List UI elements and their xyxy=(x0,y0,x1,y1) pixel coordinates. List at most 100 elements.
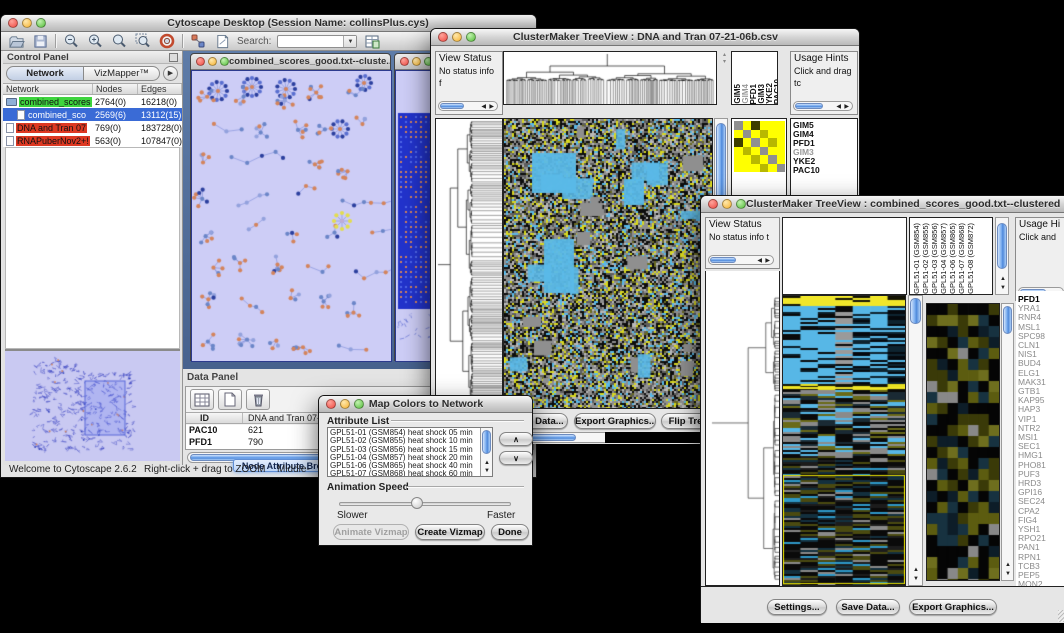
scroll-right-icon[interactable]: ▶ xyxy=(489,104,494,110)
animate-vizmap-button[interactable]: Animate Vizmap xyxy=(333,524,409,540)
zoom-selected-icon[interactable] xyxy=(134,33,152,49)
column-label[interactable]: GPL51-08 (GSM872) xyxy=(966,223,975,294)
scroll-right-icon[interactable]: ▶ xyxy=(765,258,770,264)
dialog-titlebar[interactable]: Map Colors to Network xyxy=(319,396,532,413)
tab-vizmapper[interactable]: VizMapper™ xyxy=(84,66,160,81)
save-data-button[interactable]: Save Data... xyxy=(836,599,900,615)
zoom-button[interactable] xyxy=(36,18,46,28)
scroll-up-icon[interactable]: ▲ xyxy=(484,460,490,466)
close-button[interactable] xyxy=(400,57,409,66)
view-status-scrollbar[interactable]: ◀ ▶ xyxy=(708,255,774,265)
column-label[interactable]: GPL51-07 (GSM868) xyxy=(957,223,966,294)
minimize-button[interactable] xyxy=(22,18,32,28)
close-button[interactable] xyxy=(8,18,18,28)
network-row[interactable]: combined_sco2569(6)13112(15) xyxy=(3,108,182,121)
scroll-up-icon[interactable]: ▲ xyxy=(1000,276,1006,282)
scroll-down-icon[interactable]: ▼ xyxy=(913,576,919,582)
select-attributes-button[interactable] xyxy=(190,389,214,410)
usage-hints-scrollbar[interactable]: ◀ ▶ xyxy=(793,101,853,111)
labels-vscrollbar[interactable]: ▲ ▼ xyxy=(995,217,1009,295)
tabs-overflow-button[interactable]: ▶ xyxy=(163,66,178,81)
scroll-right-icon[interactable]: ▶ xyxy=(844,104,849,110)
scrollbar-thumb[interactable] xyxy=(997,223,1007,269)
treeview2-titlebar[interactable]: ClusterMaker TreeView : combined_scores_… xyxy=(701,196,1064,213)
column-label[interactable]: PAC10 xyxy=(774,79,777,104)
column-label[interactable]: GPL51-01 (GSM854) xyxy=(912,223,921,294)
birdseye-canvas[interactable] xyxy=(5,351,179,459)
save-session-icon[interactable] xyxy=(31,33,49,49)
column-label[interactable]: GPL51-02 (GSM855) xyxy=(921,223,930,294)
network-row[interactable]: DNA and Tran 07769(0)183728(0) xyxy=(3,121,182,134)
network-window-titlebar[interactable]: combined_scores_good.txt--cluste... xyxy=(191,54,390,70)
scrollbar-thumb[interactable] xyxy=(482,430,491,454)
close-button[interactable] xyxy=(196,57,205,66)
move-up-button[interactable]: ∧ xyxy=(499,432,533,446)
scroll-up-icon[interactable]: ▲ xyxy=(1005,562,1011,568)
column-label[interactable]: GPL51-03 (GSM856) xyxy=(930,223,939,294)
minimize-button[interactable] xyxy=(340,399,350,409)
scroll-up-icon[interactable]: ▲ xyxy=(913,567,919,573)
column-label[interactable]: GPL51-04 (GSM857) xyxy=(939,223,948,294)
import-table-icon[interactable] xyxy=(363,33,381,49)
tab-network[interactable]: Network xyxy=(6,66,84,81)
zoom-in-icon[interactable] xyxy=(86,33,104,49)
zoom-vscrollbar[interactable]: ▲ ▼ xyxy=(1001,303,1014,581)
zoom-fit-icon[interactable] xyxy=(110,33,128,49)
minimize-button[interactable] xyxy=(452,32,462,42)
scrollbar-thumb[interactable] xyxy=(440,103,464,109)
zoom-heatmap-canvas[interactable] xyxy=(927,304,999,580)
open-file-icon[interactable] xyxy=(7,33,25,49)
help-lifering-icon[interactable] xyxy=(158,33,176,49)
attribute-list-scrollbar[interactable]: ▲ ▼ xyxy=(480,428,492,476)
minimize-button[interactable] xyxy=(412,57,421,66)
slider-thumb[interactable] xyxy=(411,497,423,509)
row-dendrogram-canvas[interactable] xyxy=(436,119,502,408)
heatmap-canvas[interactable] xyxy=(504,119,712,408)
scrollbar-thumb[interactable] xyxy=(710,257,736,263)
scroll-left-icon[interactable]: ◀ xyxy=(481,104,486,110)
minimize-button[interactable] xyxy=(722,199,732,209)
row-dendrogram-canvas[interactable] xyxy=(706,272,779,585)
zoom-button[interactable] xyxy=(220,57,229,66)
global-overview-strip[interactable] xyxy=(605,432,711,443)
network-canvas[interactable] xyxy=(191,70,392,362)
view-status-scrollbar[interactable]: ◀ ▶ xyxy=(438,101,498,111)
search-input[interactable]: ▼ xyxy=(277,35,357,48)
column-label[interactable]: GPL51-06 (GSM865) xyxy=(948,223,957,294)
correlation-matrix[interactable] xyxy=(734,121,785,172)
close-button[interactable] xyxy=(708,199,718,209)
scroll-down-icon[interactable]: ▼ xyxy=(484,468,490,474)
scrollbar-thumb[interactable] xyxy=(1003,306,1012,334)
new-attribute-button[interactable] xyxy=(218,389,242,410)
delete-attribute-icon[interactable] xyxy=(246,389,270,410)
close-button[interactable] xyxy=(326,399,336,409)
resize-grip[interactable] xyxy=(1058,610,1064,622)
zoom-out-icon[interactable] xyxy=(62,33,80,49)
network-row[interactable]: combined_scores2764(0)16218(0) xyxy=(3,95,182,108)
attribute-listbox[interactable]: GPL51-01 (GSM854) heat shock 05 minGPL51… xyxy=(327,427,493,477)
animation-speed-slider[interactable] xyxy=(339,502,511,506)
scrollbar-thumb[interactable] xyxy=(910,298,921,324)
attribute-item[interactable]: GPL51-07 (GSM868) heat shock 60 min xyxy=(328,470,492,477)
export-graphics-button[interactable]: Export Graphics... xyxy=(909,599,997,615)
zoom-button[interactable] xyxy=(466,32,476,42)
minimize-button[interactable] xyxy=(208,57,217,66)
zoom-button[interactable] xyxy=(354,399,364,409)
move-down-button[interactable]: ∨ xyxy=(499,451,533,465)
done-button[interactable]: Done xyxy=(491,524,529,540)
scroll-left-icon[interactable]: ◀ xyxy=(757,258,762,264)
gene-label[interactable]: PAC10 xyxy=(791,166,857,175)
column-dendrogram-canvas[interactable] xyxy=(504,52,716,104)
float-panel-icon[interactable] xyxy=(169,53,178,62)
heatmap-canvas[interactable] xyxy=(783,296,905,585)
zoom-button[interactable] xyxy=(736,199,746,209)
heatmap-vscrollbar[interactable]: ▲ ▼ xyxy=(908,295,923,586)
close-button[interactable] xyxy=(438,32,448,42)
export-graphics-button[interactable]: Export Graphics... xyxy=(574,413,656,429)
network-nodes-icon[interactable] xyxy=(189,33,207,49)
scroll-down-icon[interactable]: ▼ xyxy=(1005,571,1011,577)
scroll-left-icon[interactable]: ◀ xyxy=(836,104,841,110)
annotation-icon[interactable] xyxy=(213,33,231,49)
settings-button[interactable]: Settings... xyxy=(767,599,827,615)
network-row[interactable]: RNAPuberNov2+!563(0)107847(0) xyxy=(3,134,182,147)
